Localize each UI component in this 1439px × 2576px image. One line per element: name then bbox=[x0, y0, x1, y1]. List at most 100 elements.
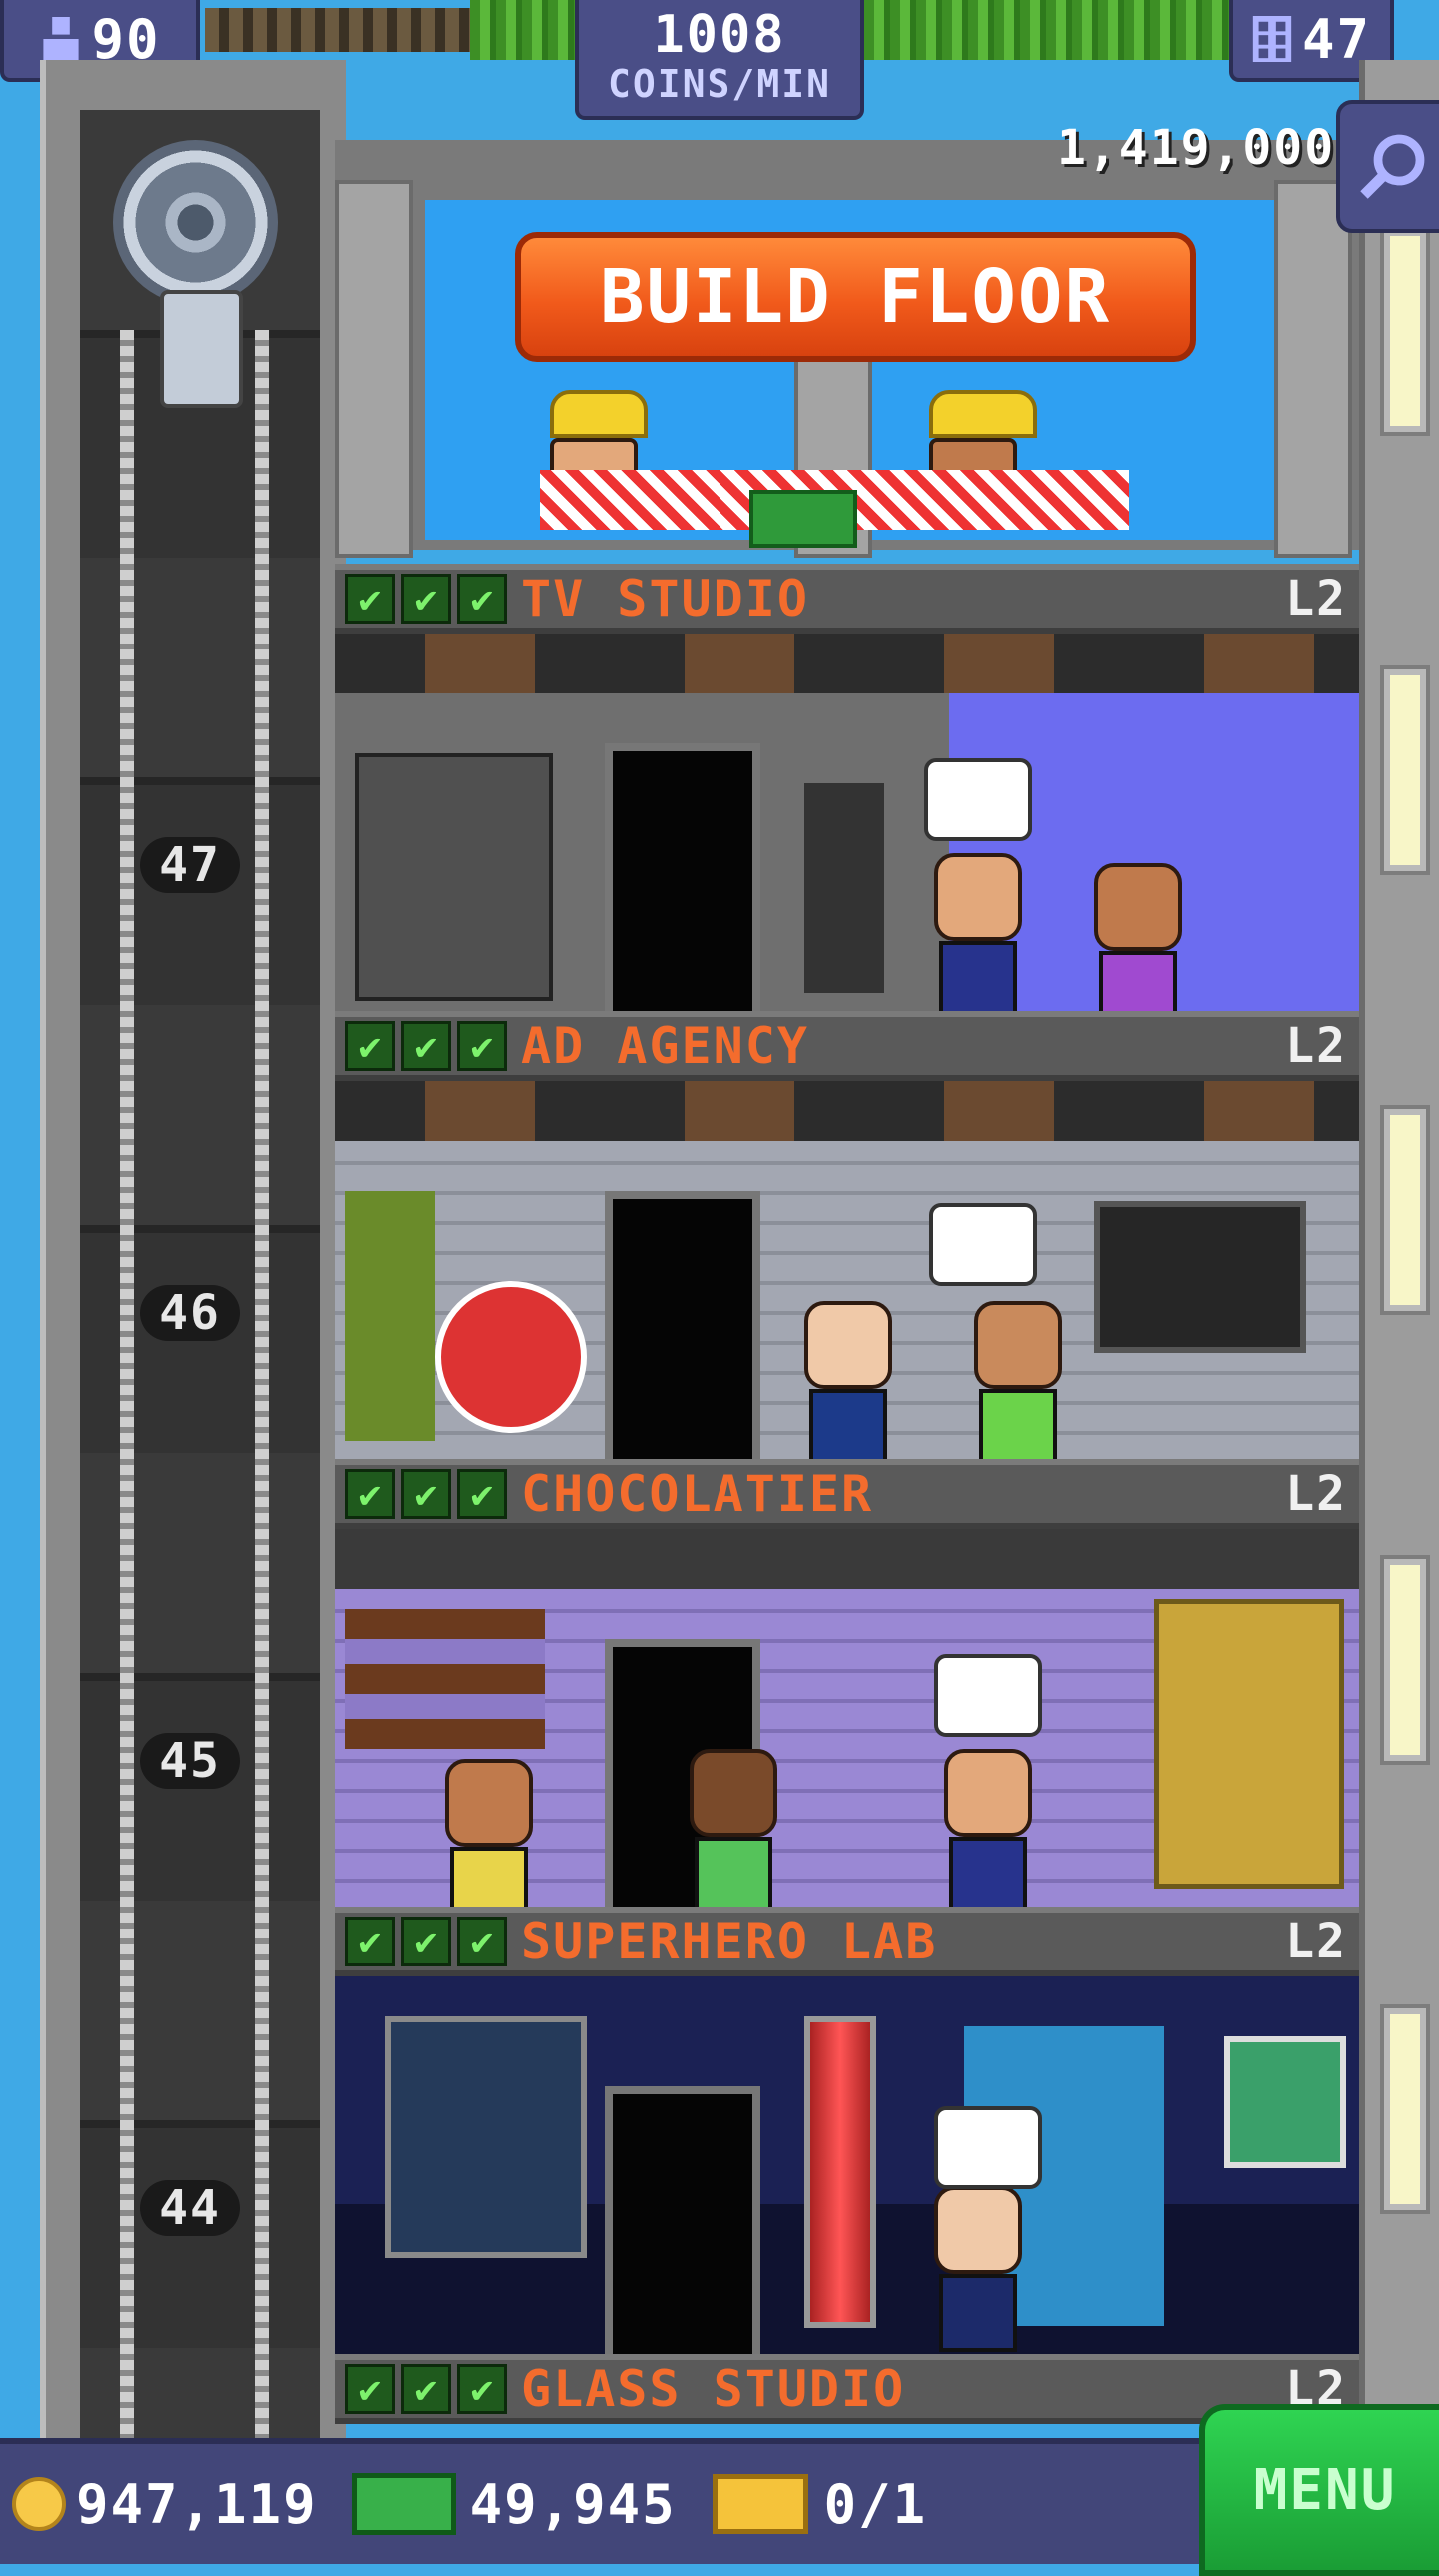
hero-scanner-screen bbox=[385, 2016, 587, 2258]
construction-column bbox=[1274, 180, 1352, 558]
check-icon: ✔ bbox=[401, 574, 451, 624]
bux-value: 49,945 bbox=[469, 2472, 677, 2536]
ad-display bbox=[1094, 1201, 1306, 1353]
coins-display[interactable]: 947,119 bbox=[12, 2473, 318, 2536]
zoom-icon bbox=[1359, 134, 1424, 199]
check-icon: ✔ bbox=[345, 1469, 395, 1519]
check-icon: ✔ bbox=[457, 1917, 507, 1966]
floor-header[interactable]: ✔ ✔ ✔ SUPERHERO LAB L2 bbox=[335, 1907, 1359, 1976]
room-level: L2 bbox=[1285, 571, 1347, 627]
dna-tube bbox=[804, 2016, 876, 2328]
floor-header[interactable]: ✔ ✔ ✔ CHOCOLATIER L2 bbox=[335, 1459, 1359, 1529]
speech-bubble bbox=[934, 2106, 1042, 2189]
construction-floor: BUILD FLOOR bbox=[335, 140, 1359, 558]
world-map bbox=[1224, 2036, 1346, 2168]
check-icon: ✔ bbox=[345, 574, 395, 624]
check-icon: ✔ bbox=[457, 574, 507, 624]
bux-display[interactable]: 49,945 bbox=[330, 2473, 677, 2536]
egg-chair bbox=[435, 1281, 587, 1433]
floor-number-label: 47 bbox=[140, 837, 240, 893]
check-icon: ✔ bbox=[345, 2364, 395, 2414]
stock-status: ✔ ✔ ✔ bbox=[335, 574, 507, 624]
rooftop-grass bbox=[864, 0, 1234, 60]
elevator-door bbox=[605, 2086, 760, 2354]
ceiling bbox=[335, 1529, 1359, 1589]
floor-header[interactable]: ✔ ✔ ✔ AD AGENCY L2 bbox=[335, 1011, 1359, 1081]
resident bbox=[934, 2186, 1022, 2352]
stock-status: ✔ ✔ ✔ bbox=[335, 1021, 507, 1071]
coins-per-min-panel: 1008 COINS/MIN bbox=[575, 0, 864, 120]
speech-bubble bbox=[934, 1654, 1042, 1737]
resident bbox=[1094, 863, 1182, 1029]
elevator-cable bbox=[120, 330, 134, 2438]
check-icon: ✔ bbox=[401, 2364, 451, 2414]
elevator-shaft[interactable] bbox=[80, 110, 320, 2438]
room-name: SUPERHERO LAB bbox=[521, 1913, 938, 1970]
tickets-value: 0/1 bbox=[823, 2472, 928, 2536]
tower-window bbox=[1384, 1109, 1426, 1311]
resident bbox=[974, 1301, 1062, 1467]
stock-status: ✔ ✔ ✔ bbox=[335, 1917, 507, 1966]
tower-window bbox=[1384, 2008, 1426, 2210]
floor-ad-agency[interactable] bbox=[335, 1081, 1359, 1467]
floor-number-label: 44 bbox=[140, 2180, 240, 2236]
floor-header[interactable]: ✔ ✔ ✔ TV STUDIO L2 bbox=[335, 564, 1359, 634]
elevator-door bbox=[605, 1191, 760, 1459]
chocolate-vat bbox=[1154, 1599, 1344, 1889]
check-icon: ✔ bbox=[345, 1917, 395, 1966]
room-level: L2 bbox=[1285, 1018, 1347, 1074]
menu-button[interactable]: MENU bbox=[1199, 2404, 1439, 2576]
build-floor-button[interactable]: BUILD FLOOR bbox=[515, 232, 1196, 362]
studio-camera bbox=[804, 783, 884, 993]
floors-icon bbox=[1252, 16, 1292, 62]
tower-balance: 1,419,000 bbox=[1057, 120, 1336, 176]
stock-status: ✔ ✔ ✔ bbox=[335, 2364, 507, 2414]
room-name: CHOCOLATIER bbox=[521, 1465, 874, 1523]
check-icon: ✔ bbox=[401, 1469, 451, 1519]
check-icon: ✔ bbox=[401, 1021, 451, 1071]
coins-per-min-label: COINS/MIN bbox=[608, 62, 831, 106]
rooftop-fence bbox=[205, 8, 475, 52]
elevator-door bbox=[605, 743, 760, 1011]
floor-number-label: 46 bbox=[140, 1285, 240, 1341]
resident bbox=[934, 853, 1022, 1019]
resident bbox=[944, 1749, 1032, 1915]
chocolate-shelf bbox=[345, 1609, 545, 1749]
elevator-cable bbox=[255, 330, 269, 2438]
room-level: L2 bbox=[1285, 1466, 1347, 1522]
construction-column bbox=[335, 180, 413, 558]
floor-chocolatier[interactable] bbox=[335, 1529, 1359, 1925]
check-icon: ✔ bbox=[457, 1021, 507, 1071]
floor-number-label: 45 bbox=[140, 1733, 240, 1789]
check-icon: ✔ bbox=[401, 1917, 451, 1966]
toolbox bbox=[749, 490, 857, 548]
check-icon: ✔ bbox=[457, 2364, 507, 2414]
floor-superhero-lab[interactable] bbox=[335, 1976, 1359, 2356]
control-console bbox=[355, 753, 553, 1001]
floor-tv-studio[interactable] bbox=[335, 634, 1359, 1029]
elevator-car[interactable] bbox=[95, 140, 300, 430]
room-name: TV STUDIO bbox=[521, 570, 809, 628]
ceiling bbox=[335, 634, 1359, 693]
population-icon bbox=[43, 17, 80, 61]
elevator-motor bbox=[160, 290, 243, 408]
room-name: AD AGENCY bbox=[521, 1017, 809, 1075]
potted-plant bbox=[345, 1191, 435, 1441]
coins-value: 947,119 bbox=[76, 2472, 318, 2536]
coin-icon bbox=[12, 2477, 66, 2531]
tower-window bbox=[1384, 669, 1426, 871]
room-level: L2 bbox=[1285, 1914, 1347, 1969]
speech-bubble bbox=[929, 1203, 1037, 1286]
ticket-icon bbox=[712, 2474, 808, 2534]
tower-window bbox=[1384, 1559, 1426, 1761]
resident bbox=[690, 1749, 777, 1915]
tickets-display[interactable]: 0/1 bbox=[689, 2473, 928, 2536]
bux-icon bbox=[351, 2473, 456, 2535]
check-icon: ✔ bbox=[345, 1021, 395, 1071]
rooftop-grass bbox=[470, 0, 580, 60]
zoom-button[interactable] bbox=[1336, 100, 1439, 233]
stock-status: ✔ ✔ ✔ bbox=[335, 1469, 507, 1519]
ceiling bbox=[335, 1081, 1359, 1141]
resident bbox=[445, 1759, 533, 1925]
check-icon: ✔ bbox=[457, 1469, 507, 1519]
